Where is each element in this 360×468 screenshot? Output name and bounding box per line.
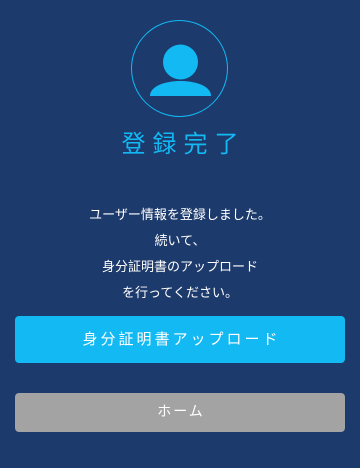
upload-id-button[interactable]: 身分証明書アップロード (15, 316, 345, 363)
home-button[interactable]: ホーム (15, 393, 345, 432)
message-line: 続いて、 (154, 234, 206, 249)
message-line: ユーザー情報を登録しました。 (89, 208, 271, 223)
user-avatar-icon (150, 44, 211, 96)
completion-message: ユーザー情報を登録しました。 続いて、 身分証明書のアップロード を行ってくださ… (0, 203, 360, 307)
message-line: 身分証明書のアップロード (101, 260, 258, 275)
message-line: を行ってください。 (122, 286, 238, 301)
avatar-ring (131, 20, 228, 117)
registration-complete-screen: 登録完了 ユーザー情報を登録しました。 続いて、 身分証明書のアップロード を行… (0, 0, 360, 468)
page-title: 登録完了 (121, 130, 246, 158)
